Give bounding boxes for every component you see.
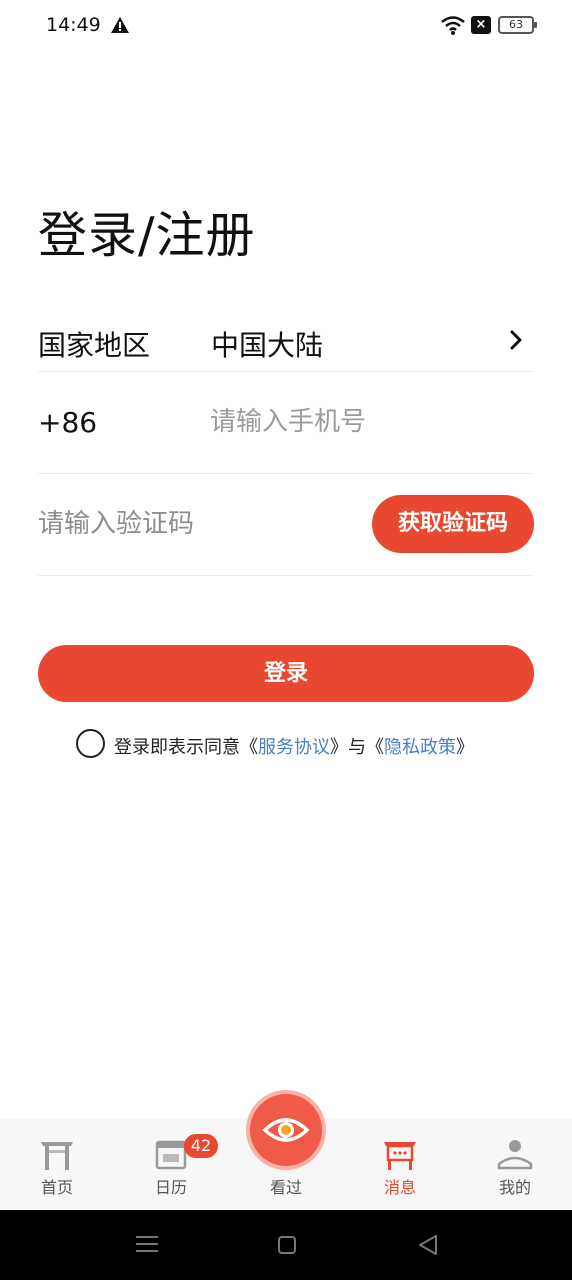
country-code[interactable]: +86 <box>38 406 97 439</box>
back-icon[interactable] <box>418 1234 438 1256</box>
battery-icon: 63 <box>498 16 537 34</box>
agreement-middle: 》与《 <box>330 737 384 758</box>
message-icon <box>384 1142 416 1170</box>
watched-center-button[interactable] <box>250 1094 322 1166</box>
region-selector[interactable]: 国家地区 中国大陆 <box>38 312 534 372</box>
tab-calendar[interactable]: 42 日历 <box>131 1118 218 1210</box>
home-icon[interactable] <box>278 1236 296 1254</box>
home-gate-icon <box>41 1142 73 1170</box>
tab-calendar-label: 日历 <box>154 1178 187 1197</box>
eye-icon <box>262 1118 310 1142</box>
tab-messages[interactable]: 消息 <box>360 1118 440 1210</box>
service-agreement-link[interactable]: 服务协议 <box>258 737 330 758</box>
phone-row: +86 <box>38 372 534 474</box>
agreement-prefix: 登录即表示同意《 <box>114 737 258 758</box>
get-code-button[interactable]: 获取验证码 <box>372 495 534 553</box>
agreement-checkbox[interactable] <box>76 729 105 758</box>
privacy-policy-link[interactable]: 隐私政策 <box>384 737 456 758</box>
status-time: 14:49 <box>46 14 101 36</box>
notification-blocked-icon: × <box>471 16 491 34</box>
calendar-badge: 42 <box>184 1134 218 1158</box>
agreement-suffix: 》 <box>456 737 474 758</box>
tab-watched-label: 看过 <box>269 1178 302 1197</box>
profile-icon <box>497 1140 533 1170</box>
login-button[interactable]: 登录 <box>38 645 534 702</box>
region-label: 国家地区 <box>38 329 151 362</box>
wifi-icon <box>441 16 465 35</box>
tab-home-label: 首页 <box>40 1178 73 1197</box>
page-title: 登录/注册 <box>38 207 256 264</box>
code-row: 获取验证码 <box>38 474 534 576</box>
menu-icon[interactable] <box>136 1234 158 1254</box>
status-bar: 14:49 × 63 <box>0 0 572 52</box>
warning-icon <box>111 17 129 33</box>
system-nav-bar <box>0 1210 572 1280</box>
agreement-text: 登录即表示同意《服务协议》与《隐私政策》 <box>114 733 474 759</box>
chevron-right-icon <box>510 330 522 350</box>
tab-profile-label: 我的 <box>498 1178 531 1197</box>
code-input[interactable] <box>38 504 338 544</box>
tab-messages-label: 消息 <box>383 1178 416 1197</box>
tab-profile[interactable]: 我的 <box>475 1118 555 1210</box>
phone-input[interactable] <box>210 402 510 442</box>
tab-home[interactable]: 首页 <box>17 1118 97 1210</box>
region-value: 中国大陆 <box>211 329 324 362</box>
